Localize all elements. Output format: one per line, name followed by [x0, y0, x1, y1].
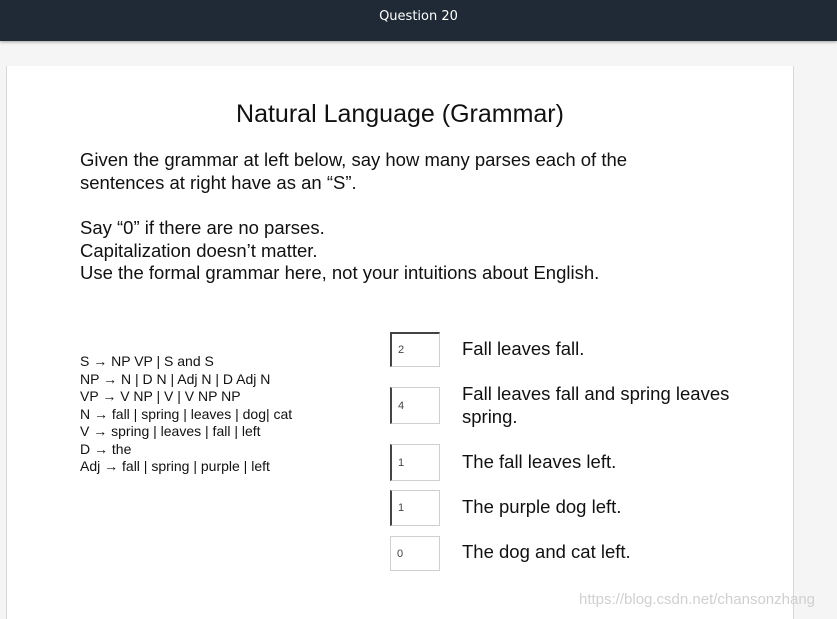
grammar-rule: NP → N | D N | Adj N | D Adj N: [80, 370, 271, 387]
instruction-line-2: sentences at right have as an “S”.: [80, 172, 357, 193]
sentence-4: The purple dog left.: [462, 496, 622, 517]
grammar-rules: S → NP VP | S and S NP → N | D N | Adj N…: [80, 353, 292, 476]
instruction-line-4: Capitalization doesn’t matter.: [80, 240, 318, 261]
grammar-rule: V → spring | leaves | fall | left: [80, 423, 261, 439]
sentence-5: The dog and cat left.: [462, 541, 631, 562]
question-title: Question 20: [379, 9, 458, 24]
instruction-line-3: Say “0” if there are no parses.: [80, 217, 325, 238]
grammar-rule: D → the: [80, 440, 132, 457]
watermark: https://blog.csdn.net/chansonzhang: [579, 591, 816, 608]
answer-input-1[interactable]: [390, 332, 440, 367]
grammar-rule: S → NP VP | S and S: [80, 353, 214, 369]
answer-input-3[interactable]: [390, 444, 440, 481]
slide-title: Natural Language (Grammar): [236, 100, 564, 128]
grammar-rule: Adj → fall | spring | purple | left: [80, 458, 270, 474]
sentence-2-line-1: Fall leaves fall and spring leaves: [462, 383, 730, 404]
grammar-rule: N → fall | spring | leaves | dog| cat: [80, 405, 293, 422]
sentence-1: Fall leaves fall.: [462, 338, 585, 359]
instruction-line-1: Given the grammar at left below, say how…: [80, 149, 628, 170]
sentence-3: The fall leaves left.: [462, 451, 617, 472]
instruction-line-5: Use the formal grammar here, not your in…: [80, 262, 600, 283]
answer-input-5[interactable]: [390, 536, 440, 571]
answer-input-2[interactable]: [390, 387, 440, 424]
top-bar: Question 20: [0, 0, 837, 41]
sentence-2-line-2: spring.: [462, 406, 518, 427]
grammar-rule: VP → V NP | V | V NP NP: [80, 388, 241, 404]
answer-input-4[interactable]: [390, 490, 440, 526]
